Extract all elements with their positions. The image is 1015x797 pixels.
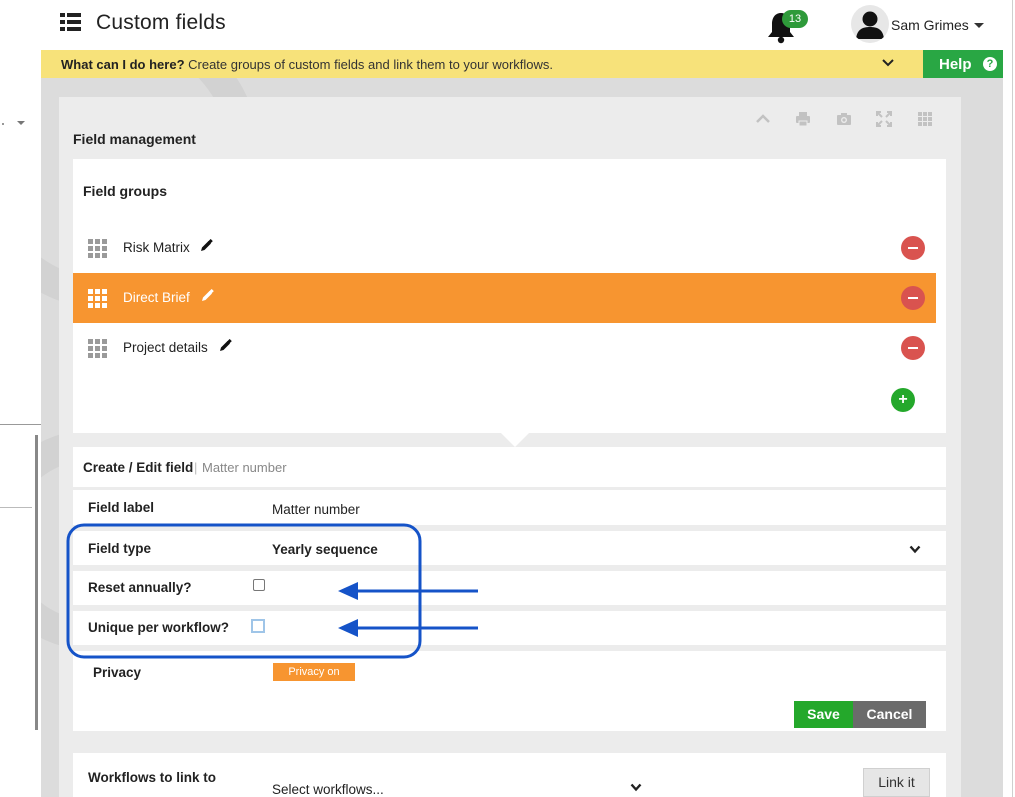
- field-label-input[interactable]: Matter number: [272, 502, 360, 517]
- cancel-button[interactable]: Cancel: [853, 701, 926, 728]
- print-icon[interactable]: [795, 111, 811, 127]
- field-group-label[interactable]: Project details: [123, 340, 208, 355]
- panel-pointer: [501, 433, 529, 447]
- user-silhouette-icon: [856, 11, 884, 39]
- field-type-row[interactable]: Field type Yearly sequence: [73, 531, 946, 565]
- drag-handle-icon[interactable]: [88, 289, 107, 308]
- edit-field-title: Create / Edit field: [83, 460, 194, 475]
- chevron-down-icon[interactable]: [881, 58, 895, 68]
- background-scrollbar: [35, 435, 38, 730]
- field-group-label[interactable]: Risk Matrix: [123, 240, 190, 255]
- pencil-icon[interactable]: [200, 289, 214, 303]
- chevron-down-icon[interactable]: [909, 545, 921, 554]
- avatar[interactable]: [851, 5, 889, 43]
- field-type-select[interactable]: Yearly sequence: [272, 542, 378, 557]
- field-group-label[interactable]: Direct Brief: [123, 290, 190, 305]
- reset-annually-row: Reset annually?: [73, 571, 946, 605]
- remove-group-button[interactable]: [901, 236, 925, 260]
- privacy-toggle-button[interactable]: Privacy on: [273, 663, 355, 681]
- save-button[interactable]: Save: [794, 701, 853, 728]
- field-label-label: Field label: [88, 500, 155, 515]
- top-bar: Custom fields 13 Sam Grimes: [0, 0, 1015, 50]
- help-label: Help: [939, 56, 972, 73]
- remove-group-button[interactable]: [901, 286, 925, 310]
- camera-icon[interactable]: [836, 111, 852, 127]
- edit-field-subtitle: Matter number: [202, 460, 287, 475]
- hint-description: Create groups of custom fields and link …: [184, 57, 554, 72]
- window-edge: [1012, 0, 1013, 797]
- field-type-label: Field type: [88, 541, 152, 556]
- notification-badge: 13: [782, 10, 808, 28]
- drag-handle-icon[interactable]: [88, 239, 107, 258]
- unique-per-workflow-checkbox[interactable]: [251, 619, 265, 633]
- background-divider: [0, 424, 41, 425]
- unique-per-workflow-label: Unique per workflow?: [88, 620, 230, 635]
- workflows-select[interactable]: Select workflows...: [272, 782, 384, 797]
- background-caret-icon: [17, 121, 25, 125]
- pencil-icon[interactable]: [218, 339, 232, 353]
- link-it-button[interactable]: Link it: [863, 768, 930, 797]
- list-menu-icon[interactable]: [60, 13, 81, 31]
- background-dot: [2, 123, 4, 125]
- page-title: Custom fields: [96, 11, 226, 34]
- unique-per-workflow-row: Unique per workflow?: [73, 611, 946, 645]
- question-icon: ?: [983, 57, 997, 71]
- reset-annually-label: Reset annually?: [88, 580, 192, 595]
- user-name[interactable]: Sam Grimes: [891, 17, 969, 33]
- card-title: Field management: [73, 131, 196, 147]
- hint-bar: What can I do here? Create groups of cus…: [41, 50, 923, 78]
- hint-text: What can I do here? Create groups of cus…: [61, 57, 553, 72]
- fullscreen-icon[interactable]: [876, 111, 892, 127]
- background-divider: [0, 507, 32, 508]
- workflows-label: Workflows to link to: [88, 770, 216, 785]
- reset-annually-checkbox[interactable]: [253, 579, 265, 591]
- pencil-icon[interactable]: [199, 239, 213, 253]
- drag-handle-icon[interactable]: [88, 339, 107, 358]
- hint-question: What can I do here?: [61, 57, 185, 72]
- chevron-down-icon[interactable]: [974, 23, 984, 28]
- field-groups-title: Field groups: [83, 183, 167, 199]
- field-group-row[interactable]: Risk Matrix: [73, 223, 936, 273]
- grid-icon[interactable]: [917, 111, 933, 127]
- field-label-row: Field label Matter number: [73, 490, 946, 525]
- field-group-row[interactable]: Direct Brief: [73, 273, 936, 323]
- help-button[interactable]: Help ?: [923, 50, 1003, 78]
- remove-group-button[interactable]: [901, 336, 925, 360]
- chevron-down-icon[interactable]: [630, 783, 642, 792]
- title-separator: |: [194, 460, 198, 475]
- collapse-icon[interactable]: [755, 111, 771, 127]
- field-group-row[interactable]: Project details: [73, 323, 936, 373]
- background-panel: [0, 50, 41, 797]
- privacy-label: Privacy: [93, 665, 142, 680]
- edit-field-header: Create / Edit field | Matter number: [73, 447, 946, 487]
- add-group-button[interactable]: +: [891, 388, 915, 412]
- workflows-row: Workflows to link to Select workflows...…: [73, 753, 946, 797]
